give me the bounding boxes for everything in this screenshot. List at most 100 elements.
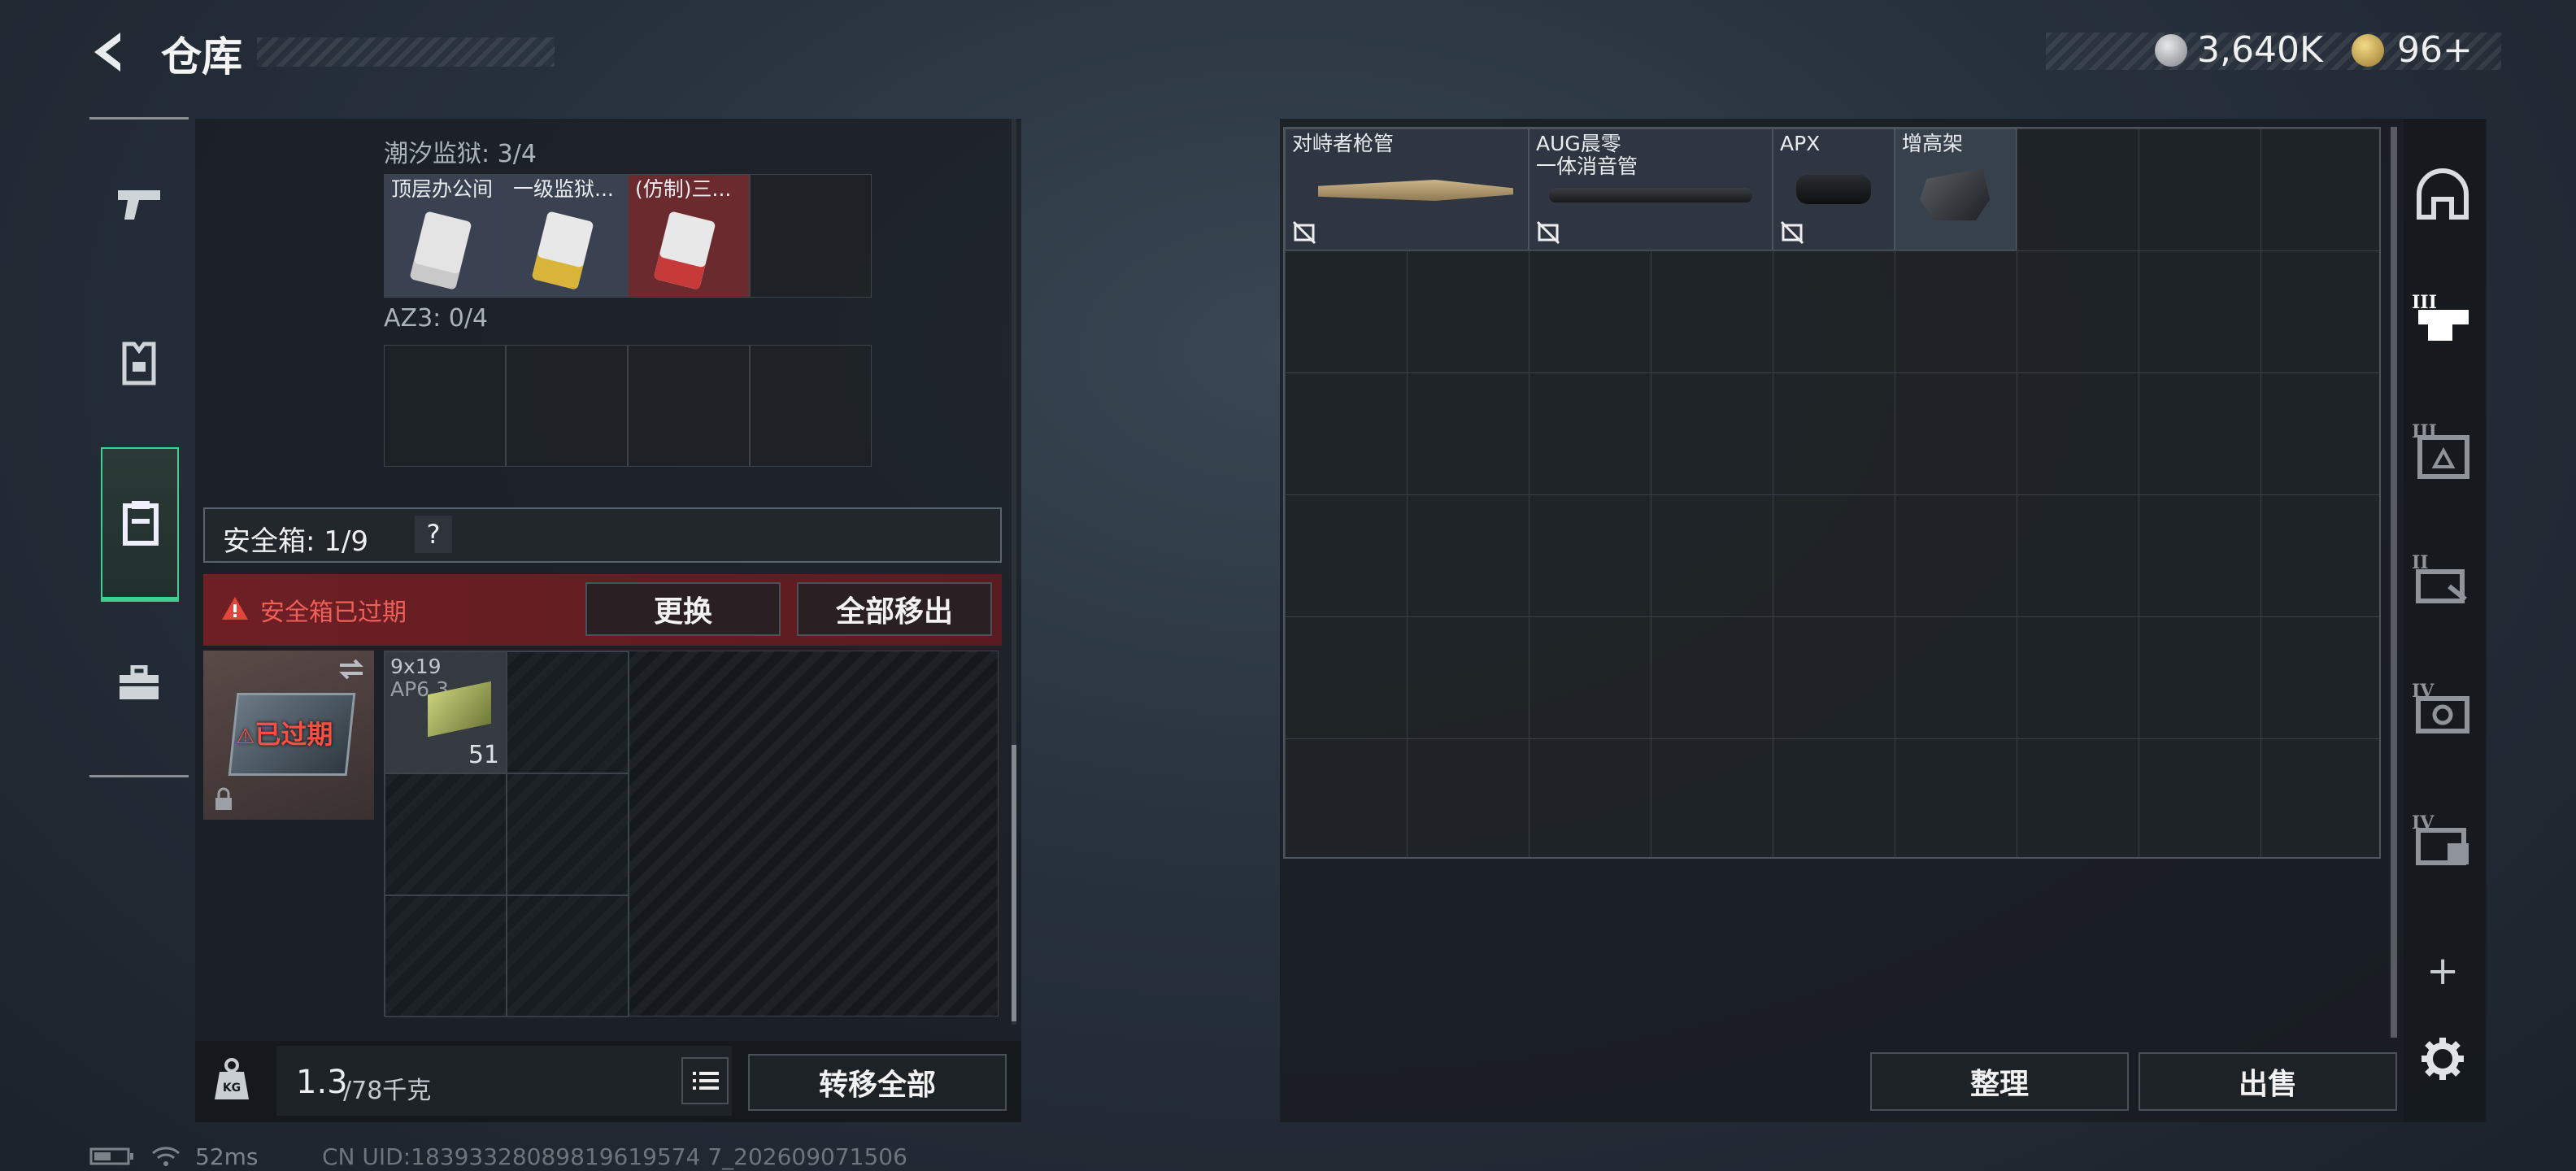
item-name: 增高架 — [1902, 133, 1964, 155]
keycard-name: 一级监狱... — [513, 178, 614, 201]
safe-box-grid: 9x19 AP6.3 51 — [384, 651, 999, 1017]
toolbox-icon — [120, 665, 159, 699]
weight-current: 1.3 — [296, 1064, 348, 1101]
ammo-item[interactable]: 9x19 AP6.3 51 — [385, 651, 507, 773]
helmet-icon — [2417, 168, 2469, 220]
stash-grid: 对峙者枪管 AUG晨零 一体消音管 APX 增高架 — [1283, 127, 2381, 859]
stash-scrollbar[interactable] — [2391, 127, 2397, 1038]
keycard-slot[interactable]: 顶层办公间 — [384, 174, 506, 298]
help-icon[interactable]: ? — [415, 516, 452, 553]
stash-item[interactable]: 对峙者枪管 — [1285, 128, 1529, 250]
keycard-name: 顶层办公间 — [391, 178, 494, 201]
ping-text: 52ms — [195, 1143, 259, 1170]
svg-text:KG: KG — [223, 1082, 241, 1095]
box-level-icon: III — [2412, 421, 2469, 479]
keycard-slot-empty[interactable] — [628, 345, 750, 467]
no-trade-icon — [1780, 220, 1804, 245]
coin-gold-icon — [2352, 34, 2384, 67]
no-trade-icon — [1292, 220, 1316, 245]
replace-button[interactable]: 更换 — [585, 582, 781, 636]
stash-item[interactable]: APX — [1773, 128, 1895, 250]
scrollbar-thumb[interactable] — [1012, 745, 1016, 1021]
safe-box-label: 安全箱: 1/9 — [223, 525, 368, 558]
sell-button[interactable]: 出售 — [2139, 1052, 2397, 1111]
swap-icon[interactable] — [337, 657, 366, 681]
ammo-count: 51 — [468, 741, 499, 769]
keycard-section2-label: AZ3: 0/4 — [384, 304, 489, 333]
suppressor-icon — [1549, 188, 1752, 202]
keycard-slot[interactable]: (仿制)三... — [628, 174, 750, 298]
expired-badge-text: 已过期 — [255, 719, 333, 750]
grid-slot[interactable] — [507, 651, 629, 773]
lock-icon — [215, 787, 232, 810]
file-case-icon: IV — [2412, 812, 2469, 865]
weight-max: /78千克 — [343, 1077, 432, 1105]
item-name: 对峙者枪管 — [1292, 133, 1395, 155]
item-name: AUG晨零 一体消音管 — [1536, 133, 1638, 178]
pistol-icon — [118, 190, 160, 220]
barrel-icon — [1318, 180, 1513, 201]
keycard-slot-empty[interactable] — [384, 345, 506, 467]
page-title: 仓库 — [161, 33, 242, 81]
no-trade-icon — [1536, 220, 1560, 245]
add-tab-button[interactable]: + — [2426, 948, 2459, 997]
safe-icon: IV — [2412, 681, 2469, 734]
weapon-case-icon: III — [2412, 292, 2469, 341]
grid-locked-area — [629, 651, 999, 1016]
transfer-all-button[interactable]: 转移全部 — [748, 1054, 1007, 1111]
back-arrow-icon — [94, 33, 120, 72]
keycard-grid-1: 顶层办公间 一级监狱... (仿制)三... — [384, 174, 872, 298]
remove-all-button[interactable]: 全部移出 — [797, 582, 992, 636]
currency1-value: 3,640K — [2197, 29, 2323, 71]
keycard-section1-label: 潮汐监狱: 3/4 — [384, 140, 537, 168]
back-button[interactable] — [86, 28, 135, 76]
nav-toolbox[interactable] — [94, 639, 184, 729]
uid-text: CN UID:18393328089819619574 7_2026090715… — [322, 1143, 907, 1170]
nav-armor[interactable] — [94, 319, 184, 408]
grid-slot[interactable] — [507, 895, 629, 1017]
nav-secure-container[interactable] — [101, 447, 179, 602]
container-icon — [123, 501, 159, 546]
expired-badge: ⚠已过期 — [236, 714, 333, 751]
tidy-button[interactable]: 整理 — [1870, 1052, 2129, 1111]
safe-box-header: 安全箱: 1/9 ? — [203, 507, 1002, 563]
grid-slot[interactable] — [507, 773, 629, 895]
nav-weapons[interactable] — [94, 159, 184, 249]
panel-scrollbar[interactable] — [1012, 119, 1016, 1025]
item-name: APX — [1780, 133, 1821, 155]
right-nav-item[interactable] — [2404, 156, 2482, 234]
grid-slot[interactable] — [385, 895, 507, 1017]
warning-icon: ⚠ — [236, 725, 255, 749]
right-nav-item[interactable]: III — [2404, 411, 2482, 490]
keycard-name: (仿制)三... — [635, 178, 732, 201]
right-nav-item[interactable]: III — [2404, 278, 2482, 356]
weight-display: 1.3 /78千克 — [276, 1046, 732, 1116]
list-view-button[interactable] — [681, 1057, 729, 1104]
keycard-slot-empty[interactable] — [750, 345, 872, 467]
scope-icon — [1796, 175, 1871, 204]
right-nav-item[interactable]: II — [2404, 540, 2482, 618]
keycard-slot-empty[interactable] — [750, 174, 872, 298]
keycard-grid-2 — [384, 345, 872, 467]
list-icon — [693, 1072, 719, 1090]
right-nav-item[interactable]: IV — [2404, 668, 2482, 747]
keycard-slot[interactable]: 一级监狱... — [506, 174, 628, 298]
weight-icon: KG — [215, 1058, 249, 1099]
keycard-slot-empty[interactable] — [506, 345, 628, 467]
keycard-icon — [531, 211, 594, 290]
expired-warning-text: 安全箱已过期 — [260, 599, 407, 627]
right-nav-item[interactable]: IV — [2404, 800, 2482, 878]
coin-silver-icon — [2155, 34, 2187, 67]
battery-icon — [89, 1147, 133, 1165]
grid-slot[interactable] — [385, 773, 507, 895]
stash-item[interactable]: AUG晨零 一体消音管 — [1529, 128, 1773, 250]
settings-gear-icon[interactable] — [2420, 1036, 2465, 1082]
wifi-icon — [152, 1147, 180, 1166]
currency2-value[interactable]: 96+ — [2397, 29, 2473, 71]
safe-box-card[interactable]: ⚠已过期 — [203, 651, 374, 820]
riser-mount-icon — [1920, 168, 1990, 220]
vest-icon — [122, 342, 156, 385]
keycard-icon — [409, 211, 472, 290]
card-case-icon: II — [2412, 552, 2467, 603]
stash-item[interactable]: 增高架 — [1895, 128, 2017, 250]
